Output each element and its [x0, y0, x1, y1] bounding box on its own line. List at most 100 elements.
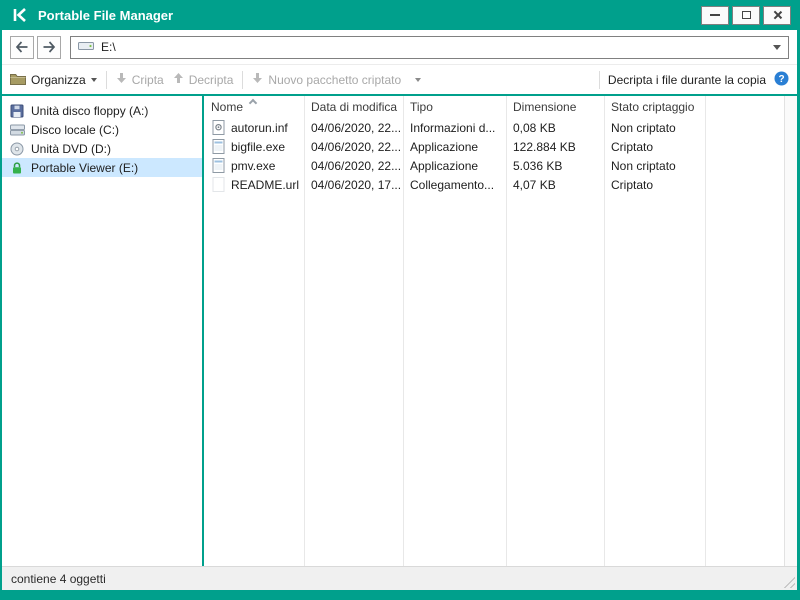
- new-encrypted-package-button[interactable]: Nuovo pacchetto criptato: [252, 72, 421, 87]
- package-arrow-down-icon: [252, 72, 263, 87]
- encrypt-arrow-down-icon: [116, 72, 127, 87]
- vertical-scrollbar[interactable]: [784, 96, 797, 566]
- maximize-icon: [742, 11, 751, 19]
- new-encrypted-package-label: Nuovo pacchetto criptato: [268, 73, 401, 87]
- titlebar: Portable File Manager: [2, 0, 797, 30]
- sidebar-item-label: Disco locale (C:): [31, 123, 119, 137]
- resize-grip[interactable]: [781, 574, 795, 588]
- decrypt-label: Decripta: [189, 73, 234, 87]
- close-button[interactable]: [763, 6, 791, 25]
- file-name-cell: bigfile.exe: [204, 139, 304, 154]
- file-name-cell: pmv.exe: [204, 158, 304, 173]
- close-icon: [772, 10, 782, 20]
- column-divider: [506, 96, 507, 566]
- sidebar-item-dvd-d[interactable]: Unità DVD (D:): [2, 139, 202, 158]
- app-logo-icon: [10, 5, 30, 25]
- toolbar-right-group: Decripta i file durante la copia ?: [599, 71, 789, 89]
- encrypt-button[interactable]: Cripta: [116, 72, 164, 87]
- status-text: contiene 4 oggetti: [11, 572, 106, 586]
- toolbar: Organizza Cripta Decripta: [2, 64, 797, 94]
- maximize-button[interactable]: [732, 6, 760, 25]
- file-type: Collegamento...: [403, 178, 506, 192]
- file-name: autorun.inf: [231, 121, 288, 135]
- toolbar-separator: [242, 71, 243, 89]
- status-bar: contiene 4 oggetti: [2, 566, 797, 590]
- window-title: Portable File Manager: [38, 8, 173, 23]
- minimize-button[interactable]: [701, 6, 729, 25]
- file-type: Applicazione: [403, 159, 506, 173]
- floppy-icon: [9, 104, 25, 118]
- window-controls: [701, 6, 791, 25]
- column-divider: [304, 96, 305, 566]
- file-encryption-status: Non criptato: [604, 121, 705, 135]
- toolbar-separator: [599, 71, 600, 89]
- back-button[interactable]: [10, 36, 34, 59]
- column-header-modified[interactable]: Data di modifica: [304, 100, 403, 114]
- sidebar-item-label: Unità DVD (D:): [31, 142, 111, 156]
- decrypt-on-copy-label: Decripta i file durante la copia: [608, 73, 766, 87]
- file-row[interactable]: README.url 04/06/2020, 17... Collegament…: [204, 175, 797, 194]
- sidebar-item-label: Portable Viewer (E:): [31, 161, 138, 175]
- column-header-type[interactable]: Tipo: [403, 100, 506, 114]
- forward-arrow-icon: [42, 41, 56, 53]
- column-header-encryption-status[interactable]: Stato criptaggio: [604, 100, 705, 114]
- sidebar-item-label: Unità disco floppy (A:): [31, 104, 148, 118]
- folder-icon: [10, 72, 26, 88]
- file-size: 122.884 KB: [506, 140, 604, 154]
- file-encryption-status: Criptato: [604, 178, 705, 192]
- file-name: bigfile.exe: [231, 140, 285, 154]
- sidebar-item-floppy-a[interactable]: Unità disco floppy (A:): [2, 101, 202, 120]
- chevron-down-icon: [91, 78, 97, 85]
- hard-disk-icon: [9, 124, 25, 136]
- exe-file-icon: [211, 158, 226, 173]
- decrypt-button[interactable]: Decripta: [173, 72, 234, 87]
- svg-text:?: ?: [778, 74, 784, 85]
- file-modified: 04/06/2020, 22...: [304, 140, 403, 154]
- file-name-cell: README.url: [204, 177, 304, 192]
- info-icon[interactable]: ?: [774, 71, 789, 89]
- address-bar[interactable]: E:\: [70, 36, 789, 59]
- lock-icon: [9, 161, 25, 175]
- column-header-size[interactable]: Dimensione: [506, 100, 604, 114]
- column-divider: [403, 96, 404, 566]
- ini-file-icon: [211, 120, 226, 135]
- sidebar: Unità disco floppy (A:) Disco locale (C:…: [2, 96, 202, 566]
- window: Portable File Manager E:\: [0, 0, 800, 600]
- file-row[interactable]: autorun.inf 04/06/2020, 22... Informazio…: [204, 118, 797, 137]
- file-row[interactable]: pmv.exe 04/06/2020, 22... Applicazione 5…: [204, 156, 797, 175]
- file-modified: 04/06/2020, 22...: [304, 159, 403, 173]
- address-dropdown-chevron-icon[interactable]: [773, 45, 781, 54]
- sidebar-item-local-disk-c[interactable]: Disco locale (C:): [2, 120, 202, 139]
- url-file-icon: [211, 177, 226, 192]
- file-size: 0,08 KB: [506, 121, 604, 135]
- file-name: pmv.exe: [231, 159, 275, 173]
- file-row[interactable]: bigfile.exe 04/06/2020, 22... Applicazio…: [204, 137, 797, 156]
- file-encryption-status: Criptato: [604, 140, 705, 154]
- column-divider: [705, 96, 706, 566]
- column-divider: [604, 96, 605, 566]
- encrypt-label: Cripta: [132, 73, 164, 87]
- file-encryption-status: Non criptato: [604, 159, 705, 173]
- file-type: Informazioni d...: [403, 121, 506, 135]
- file-name: README.url: [231, 178, 299, 192]
- file-size: 5.036 KB: [506, 159, 604, 173]
- file-name-cell: autorun.inf: [204, 120, 304, 135]
- column-header-row: Nome Data di modifica Tipo Dimensione St…: [204, 96, 797, 118]
- file-modified: 04/06/2020, 22...: [304, 121, 403, 135]
- sidebar-item-portable-viewer-e[interactable]: Portable Viewer (E:): [2, 158, 202, 177]
- toolbar-separator: [106, 71, 107, 89]
- back-arrow-icon: [15, 41, 29, 53]
- organize-label: Organizza: [31, 73, 86, 87]
- file-type: Applicazione: [403, 140, 506, 154]
- forward-button[interactable]: [37, 36, 61, 59]
- navigation-bar: E:\: [2, 30, 797, 64]
- drive-icon: [78, 40, 94, 55]
- decrypt-arrow-up-icon: [173, 72, 184, 87]
- content-area: Unità disco floppy (A:) Disco locale (C:…: [2, 96, 797, 566]
- file-list: Nome Data di modifica Tipo Dimensione St…: [204, 96, 797, 566]
- organize-button[interactable]: Organizza: [10, 72, 97, 88]
- exe-file-icon: [211, 139, 226, 154]
- chevron-down-icon: [415, 78, 421, 85]
- address-text: E:\: [101, 40, 766, 54]
- dvd-icon: [9, 142, 25, 156]
